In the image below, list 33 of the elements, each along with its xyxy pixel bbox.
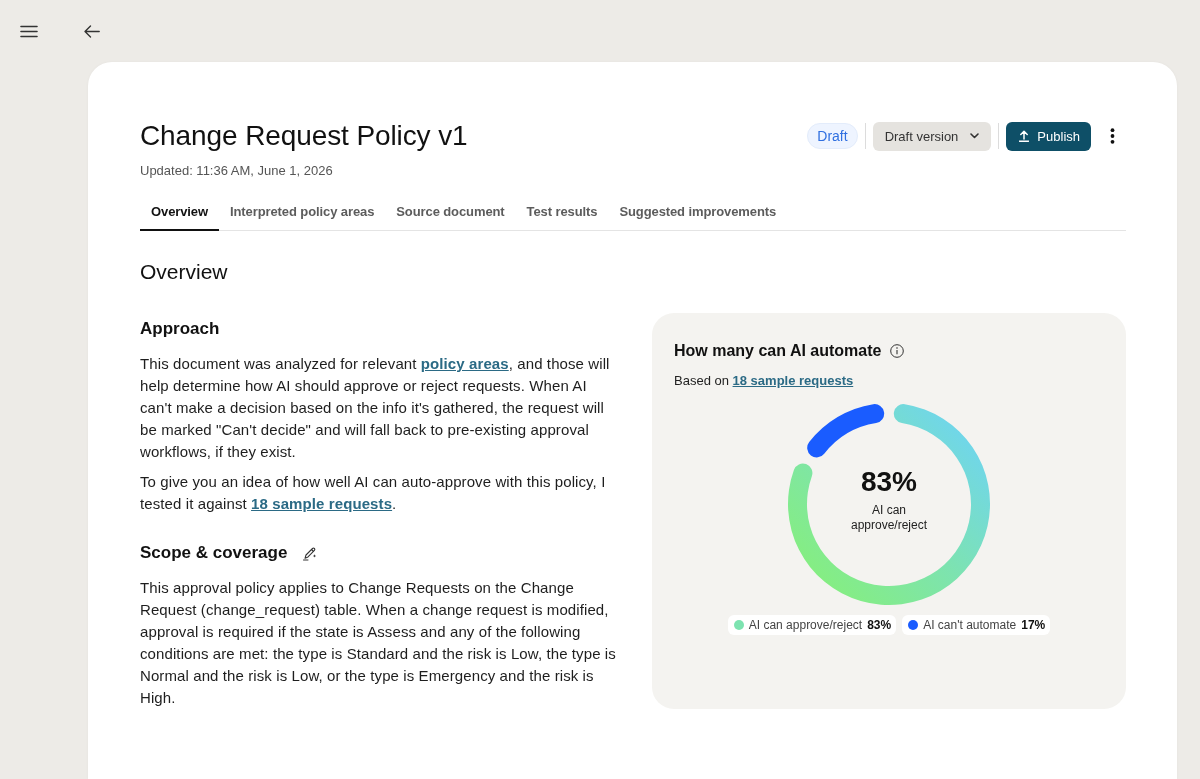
tab[interactable]: Overview <box>140 196 219 231</box>
info-icon[interactable] <box>890 344 905 358</box>
legend-label: AI can't automate <box>923 617 1017 633</box>
version-dropdown[interactable]: Draft version <box>872 121 992 151</box>
menu-icon[interactable] <box>20 24 38 38</box>
tab[interactable]: Suggested improvements <box>608 196 788 231</box>
legend-value: 17% <box>1021 617 1046 633</box>
tab[interactable]: Test results <box>515 196 609 231</box>
percent-value: 83% <box>860 467 917 497</box>
back-icon[interactable] <box>84 24 100 38</box>
section-heading: Approach <box>140 318 220 340</box>
pen-icon[interactable] <box>302 545 318 561</box>
body-text: To give you an idea of how well AI can auto-approve with this policy, I tested it against 18 sample requests. <box>140 472 607 514</box>
updated-timestamp: Updated: 11:36 AM, June 1, 2026 <box>140 162 334 180</box>
body-text: This approval policy applies to Change Requests on the Change Request (change_request) table. When a change request is modified, approval is required if the state is Assess and any of the following conditions are met: the type is Standard and the risk is Low, the type is Normal and the risk is Low, or the type is Emergency and the risk is High. <box>140 578 616 708</box>
legend-value: 83% <box>867 617 892 633</box>
page-title: Change Request Policy v1 <box>140 119 468 153</box>
section-title: Overview <box>140 259 229 285</box>
text-link[interactable]: policy areas <box>420 355 509 372</box>
card-title: How many can AI automate <box>674 341 882 361</box>
publish-button[interactable]: Publish <box>1006 121 1091 151</box>
tab[interactable]: Interpreted policy areas <box>219 196 386 231</box>
more-icon[interactable] <box>1110 128 1115 144</box>
tab[interactable]: Source document <box>385 196 516 231</box>
status-badge: Draft <box>807 123 858 149</box>
subtitle-text: Based on 18 sample requests <box>674 372 855 390</box>
section-heading: Scope & coverage <box>140 542 288 564</box>
upload-icon <box>1019 130 1030 142</box>
caret-icon <box>970 133 980 139</box>
body-text: This document was analyzed for relevant policy areas, and those will help determine how AI should approve or reject requests. When AI can't make a decision based on the info it's gathered, the request will be marked "Can't decide" and will fall back to pre-existing approval workflows, if they exist. <box>140 354 611 462</box>
percent-label: AI can approve/reject <box>849 503 928 533</box>
legend-label: AI can approve/reject <box>748 617 863 633</box>
text-link[interactable]: 18 sample requests <box>732 373 854 388</box>
